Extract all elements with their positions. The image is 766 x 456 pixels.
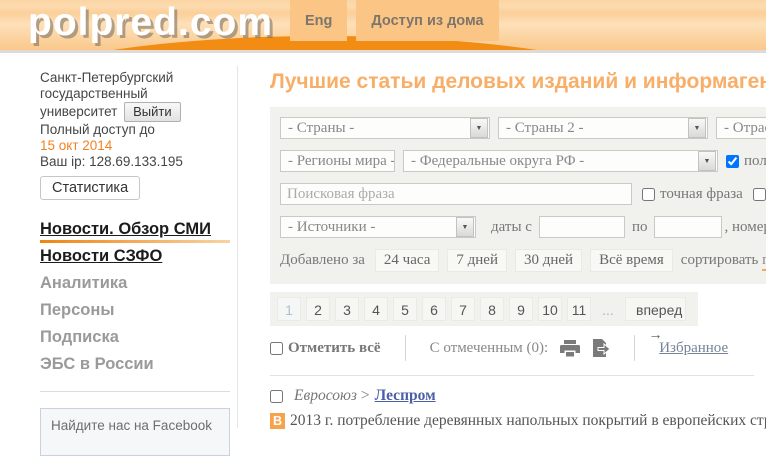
exact-phrase-checkbox[interactable] xyxy=(642,188,655,201)
date-to-input[interactable] xyxy=(654,216,722,238)
facebook-widget[interactable]: Найдите нас на Facebook xyxy=(40,408,230,456)
pagination: 1 2 3 4 5 6 7 8 9 10 11 ... вперед → xyxy=(270,292,698,326)
main-content: Лучшие статьи деловых изданий и информаг… xyxy=(270,64,766,430)
page-7[interactable]: 7 xyxy=(451,297,475,321)
access-label: Полный доступ до xyxy=(40,122,232,138)
article-category-link[interactable]: Леспром xyxy=(375,387,436,405)
logout-button[interactable]: Выйти xyxy=(124,102,181,122)
sidebar-item-subscription[interactable]: Подписка xyxy=(40,324,232,351)
date-from-label: даты с xyxy=(491,219,532,236)
sidebar-divider xyxy=(237,66,238,428)
account-block: Санкт-Петербургский государственный унив… xyxy=(40,70,232,200)
article-text: В2013 г. потребление деревянных напольны… xyxy=(270,412,766,430)
page-2[interactable]: 2 xyxy=(306,297,330,321)
fulltext-label: полный текст xyxy=(744,153,766,170)
numbers-label: , номера xyxy=(724,219,766,236)
vertical-divider xyxy=(634,335,635,361)
period-all-button[interactable]: Всё время xyxy=(590,249,673,272)
sort-by-date-link[interactable]: по дате xyxy=(762,252,766,271)
page-4[interactable]: 4 xyxy=(364,297,388,321)
filter-row-5: Добавлено за 24 часа 7 дней 30 дней Всё … xyxy=(280,249,766,272)
sidebar: Санкт-Петербургский государственный унив… xyxy=(40,70,232,456)
org-name-line1: Санкт-Петербургский xyxy=(40,70,232,86)
sort-group: сортировать по дате xyxy=(681,252,766,269)
page-title: Лучшие статьи деловых изданий и информаг… xyxy=(270,70,766,94)
industries-select[interactable]: - Отрасли - ▼ xyxy=(716,117,766,139)
page-10[interactable]: 10 xyxy=(538,297,562,321)
selection-bar: Отметить всё С отмеченным (0): Избранное xyxy=(270,335,766,361)
added-label: Добавлено за xyxy=(280,252,365,269)
org-name-line3: университет xyxy=(40,104,117,119)
article-checkbox[interactable] xyxy=(270,390,283,403)
page-6[interactable]: 6 xyxy=(422,297,446,321)
period-7d-button[interactable]: 7 дней xyxy=(447,249,507,272)
sidebar-item-analytics[interactable]: Аналитика xyxy=(40,270,232,297)
sources-select[interactable]: - Источники - ▼ xyxy=(280,216,476,238)
with-marked-label: С отмеченным (0): xyxy=(430,340,549,357)
sidebar-item-news-smi[interactable]: Новости. Обзор СМИ xyxy=(40,216,232,243)
page-11[interactable]: 11 xyxy=(567,297,591,321)
filter-row-1: - Страны - ▼ - Страны 2 - ▼ - Отрасли - … xyxy=(280,117,766,139)
print-button[interactable] xyxy=(560,340,580,357)
words-checkbox[interactable] xyxy=(753,188,766,201)
page-8[interactable]: 8 xyxy=(480,297,504,321)
page-9[interactable]: 9 xyxy=(509,297,533,321)
sidebar-nav: Новости. Обзор СМИ Новости СЗФО Аналитик… xyxy=(40,216,232,378)
article-divider xyxy=(270,375,754,376)
header: polpred.com Eng Доступ из дома xyxy=(0,0,766,53)
statistics-button[interactable]: Статистика xyxy=(40,176,140,200)
favorites-link[interactable]: Избранное xyxy=(659,340,728,357)
world-regions-select[interactable]: - Регионы мира - ▼ xyxy=(280,150,395,172)
sort-label: сортировать xyxy=(681,252,759,268)
federal-districts-select[interactable]: - Федеральные округа РФ - ▼ xyxy=(403,150,718,172)
date-from-input[interactable] xyxy=(539,216,625,238)
chevron-down-icon: ▼ xyxy=(698,151,716,171)
page-5[interactable]: 5 xyxy=(393,297,417,321)
countries-select[interactable]: - Страны - ▼ xyxy=(280,117,490,139)
chevron-down-icon: ▼ xyxy=(456,217,474,237)
sidebar-item-persons[interactable]: Персоны xyxy=(40,297,232,324)
fulltext-checkbox[interactable] xyxy=(726,155,739,168)
facebook-divider xyxy=(40,391,230,392)
tab-home-access[interactable]: Доступ из дома xyxy=(356,0,498,41)
chevron-down-icon: ▼ xyxy=(470,118,488,138)
vertical-divider xyxy=(405,335,406,361)
search-input[interactable] xyxy=(280,183,632,205)
header-tabs: Eng Доступ из дома xyxy=(290,0,508,41)
period-24h-button[interactable]: 24 часа xyxy=(375,249,439,272)
article-header: Евросоюз > Леспром xyxy=(270,387,766,405)
page-3[interactable]: 3 xyxy=(335,297,359,321)
drop-cap-badge: В xyxy=(270,413,285,429)
filter-row-4: - Источники - ▼ даты с по , номера xyxy=(280,216,766,238)
exact-phrase-label: точная фраза xyxy=(660,186,743,203)
page-1: 1 xyxy=(277,297,301,321)
filter-row-2: - Регионы мира - ▼ - Федеральные округа … xyxy=(280,150,766,172)
ip-address: Ваш ip: 128.69.133.195 xyxy=(40,154,232,170)
pagination-ellipsis: ... xyxy=(596,297,620,321)
mark-all-checkbox[interactable] xyxy=(270,342,283,355)
period-30d-button[interactable]: 30 дней xyxy=(515,249,582,272)
sidebar-item-news-szfo[interactable]: Новости СЗФО xyxy=(40,243,232,270)
sidebar-item-ebs-russia[interactable]: ЭБС в России xyxy=(40,351,232,378)
site-logo[interactable]: polpred.com xyxy=(28,1,273,45)
date-to-label: по xyxy=(632,219,648,236)
next-page-button[interactable]: вперед → xyxy=(625,297,686,321)
filter-panel: - Страны - ▼ - Страны 2 - ▼ - Отрасли - … xyxy=(270,107,766,284)
org-name-line2: государственный xyxy=(40,86,232,102)
chevron-down-icon: ▼ xyxy=(688,118,706,138)
document-export-icon xyxy=(592,339,610,357)
breadcrumb-separator: > xyxy=(361,387,370,405)
tab-eng[interactable]: Eng xyxy=(290,0,347,41)
filter-row-3: точная фраза слова xyxy=(280,183,766,205)
printer-icon xyxy=(560,340,580,357)
countries2-select[interactable]: - Страны 2 - ▼ xyxy=(498,117,708,139)
article-region-link[interactable]: Евросоюз xyxy=(294,387,357,405)
access-date: 15 окт 2014 xyxy=(40,138,232,154)
export-button[interactable] xyxy=(592,339,610,357)
article-item: Евросоюз > Леспром В2013 г. потребление … xyxy=(270,387,766,430)
mark-all-label: Отметить всё xyxy=(288,340,381,357)
